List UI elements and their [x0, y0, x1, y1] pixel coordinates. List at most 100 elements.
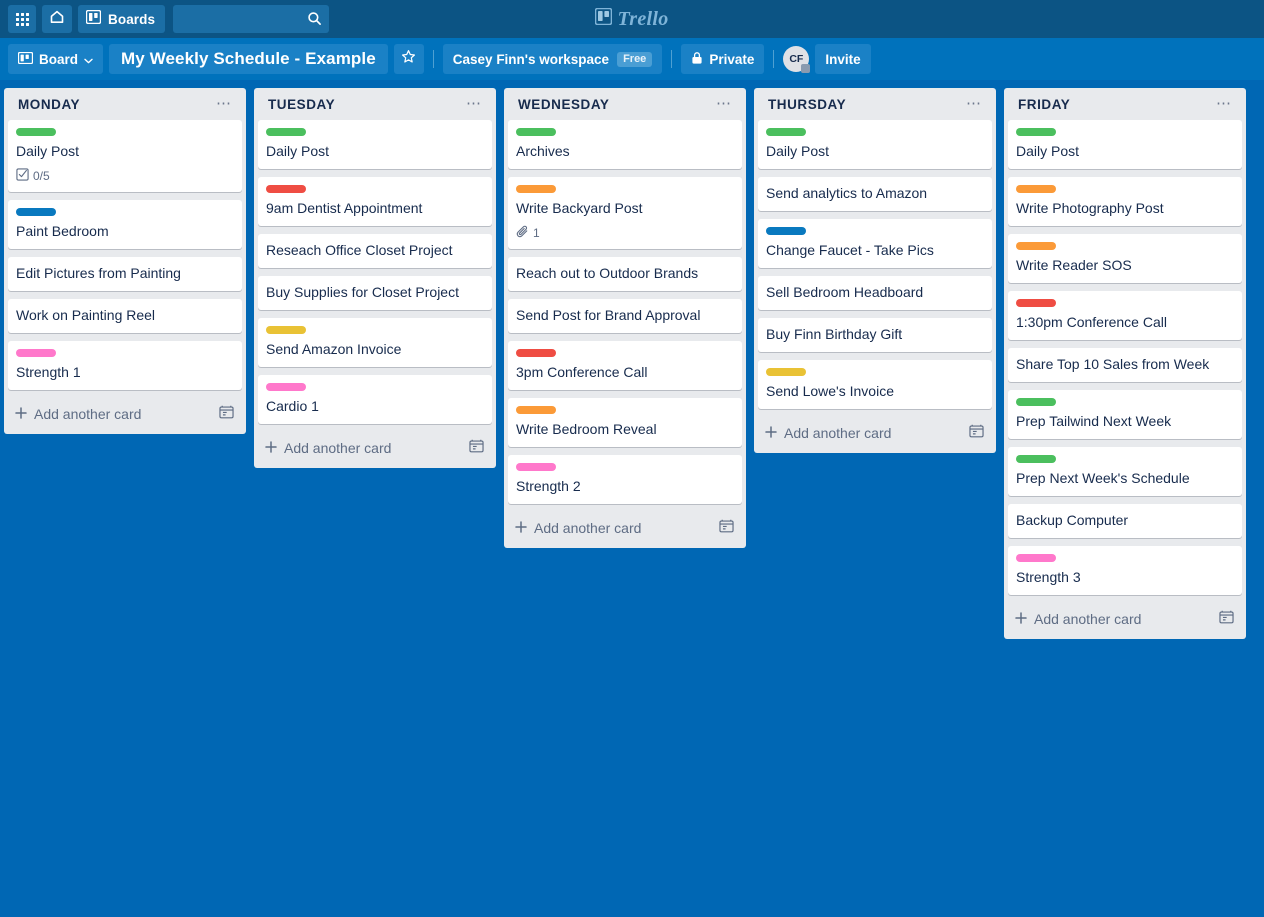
card-label-pink[interactable]: [16, 349, 56, 357]
card-label-green[interactable]: [1016, 455, 1056, 463]
board-title[interactable]: My Weekly Schedule - Example: [109, 44, 388, 74]
card-template-icon[interactable]: [719, 519, 734, 538]
card[interactable]: Strength 2: [508, 455, 742, 504]
list-title[interactable]: FRIDAY: [1018, 97, 1070, 112]
add-another-card-label: Add another card: [34, 406, 142, 422]
card[interactable]: Prep Next Week's Schedule: [1008, 447, 1242, 496]
card[interactable]: Sell Bedroom Headboard: [758, 276, 992, 310]
list-title[interactable]: WEDNESDAY: [518, 97, 609, 112]
boards-button[interactable]: Boards: [78, 5, 166, 33]
list-actions-icon[interactable]: ⋯: [1214, 96, 1234, 112]
card[interactable]: Daily Post: [758, 120, 992, 169]
card[interactable]: Prep Tailwind Next Week: [1008, 390, 1242, 439]
card-template-icon[interactable]: [219, 405, 234, 424]
home-button[interactable]: [42, 5, 72, 33]
card[interactable]: Work on Painting Reel: [8, 299, 242, 333]
workspace-name: Casey Finn's workspace: [452, 51, 610, 67]
card[interactable]: Change Faucet - Take Pics: [758, 219, 992, 268]
card[interactable]: Backup Computer: [1008, 504, 1242, 538]
trello-brand-logo: Trello: [572, 8, 692, 31]
card-label-green[interactable]: [1016, 398, 1056, 406]
card[interactable]: Archives: [508, 120, 742, 169]
card[interactable]: Send Post for Brand Approval: [508, 299, 742, 333]
card-label-pink[interactable]: [1016, 554, 1056, 562]
list-title[interactable]: MONDAY: [18, 97, 80, 112]
star-board-button[interactable]: [393, 44, 424, 74]
card-label-orange[interactable]: [1016, 185, 1056, 193]
card[interactable]: Write Bedroom Reveal: [508, 398, 742, 447]
card-label-pink[interactable]: [516, 463, 556, 471]
list-actions-icon[interactable]: ⋯: [464, 96, 484, 112]
card-label-green[interactable]: [1016, 128, 1056, 136]
search-input[interactable]: [173, 5, 384, 33]
card[interactable]: Send Amazon Invoice: [258, 318, 492, 367]
workspace-button[interactable]: Casey Finn's workspace Free: [442, 44, 663, 74]
avatar[interactable]: CF: [783, 46, 811, 73]
list-actions-icon[interactable]: ⋯: [964, 96, 984, 112]
add-another-card-row[interactable]: Add another card: [1008, 603, 1242, 635]
card-label-blue[interactable]: [16, 208, 56, 216]
card[interactable]: Strength 1: [8, 341, 242, 390]
card-label-pink[interactable]: [266, 383, 306, 391]
card[interactable]: Send analytics to Amazon: [758, 177, 992, 211]
add-another-card-row[interactable]: Add another card: [8, 398, 242, 430]
card-title: Send analytics to Amazon: [766, 185, 928, 201]
add-another-card-row[interactable]: Add another card: [508, 512, 742, 544]
card-title: Backup Computer: [1016, 512, 1129, 528]
card-label-yellow[interactable]: [266, 326, 306, 334]
card[interactable]: Buy Finn Birthday Gift: [758, 318, 992, 352]
visibility-button[interactable]: Private: [681, 44, 765, 74]
search-box[interactable]: [173, 5, 384, 33]
card-label-yellow[interactable]: [766, 368, 806, 376]
card-title: Paint Bedroom: [16, 223, 109, 239]
card-label-red[interactable]: [516, 349, 556, 357]
card-badge-value: 0/5: [33, 169, 50, 183]
card[interactable]: Strength 3: [1008, 546, 1242, 595]
card-template-icon[interactable]: [969, 424, 984, 443]
card[interactable]: 9am Dentist Appointment: [258, 177, 492, 226]
card[interactable]: Send Lowe's Invoice: [758, 360, 992, 409]
card-label-blue[interactable]: [766, 227, 806, 235]
card[interactable]: Daily Post: [258, 120, 492, 169]
card-label-green[interactable]: [266, 128, 306, 136]
card-template-icon[interactable]: [1219, 610, 1234, 629]
list-title[interactable]: TUESDAY: [268, 97, 335, 112]
card[interactable]: Cardio 1: [258, 375, 492, 424]
card-template-icon[interactable]: [469, 439, 484, 458]
list-actions-icon[interactable]: ⋯: [214, 96, 234, 112]
card[interactable]: Write Reader SOS: [1008, 234, 1242, 283]
card[interactable]: Edit Pictures from Painting: [8, 257, 242, 291]
card[interactable]: Daily Post: [1008, 120, 1242, 169]
list-title[interactable]: THURSDAY: [768, 97, 846, 112]
card[interactable]: Paint Bedroom: [8, 200, 242, 249]
add-another-card-label: Add another card: [284, 440, 392, 456]
board-view-switcher[interactable]: Board: [8, 44, 104, 74]
card-label-green[interactable]: [516, 128, 556, 136]
add-another-card-row[interactable]: Add another card: [758, 417, 992, 449]
card[interactable]: 3pm Conference Call: [508, 341, 742, 390]
card[interactable]: Reseach Office Closet Project: [258, 234, 492, 268]
card[interactable]: Share Top 10 Sales from Week: [1008, 348, 1242, 382]
card-title: 3pm Conference Call: [516, 364, 648, 380]
card-title: Write Photography Post: [1016, 200, 1164, 216]
chevron-down-icon: [84, 52, 93, 67]
invite-button[interactable]: Invite: [815, 44, 871, 74]
card[interactable]: Buy Supplies for Closet Project: [258, 276, 492, 310]
card[interactable]: Daily Post 0/5: [8, 120, 242, 192]
card-label-orange[interactable]: [516, 406, 556, 414]
card-label-green[interactable]: [16, 128, 56, 136]
list-actions-icon[interactable]: ⋯: [714, 96, 734, 112]
card[interactable]: Write Backyard Post 1: [508, 177, 742, 249]
apps-grid-button[interactable]: [8, 5, 36, 33]
card-label-red[interactable]: [1016, 299, 1056, 307]
card-label-orange[interactable]: [516, 185, 556, 193]
card[interactable]: Reach out to Outdoor Brands: [508, 257, 742, 291]
card-label-red[interactable]: [266, 185, 306, 193]
card[interactable]: Write Photography Post: [1008, 177, 1242, 226]
add-another-card-row[interactable]: Add another card: [258, 432, 492, 464]
card-label-orange[interactable]: [1016, 242, 1056, 250]
board-header-bar: Board My Weekly Schedule - Example Casey…: [0, 38, 1264, 80]
card[interactable]: 1:30pm Conference Call: [1008, 291, 1242, 340]
card-title: Cardio 1: [266, 398, 319, 414]
card-label-green[interactable]: [766, 128, 806, 136]
